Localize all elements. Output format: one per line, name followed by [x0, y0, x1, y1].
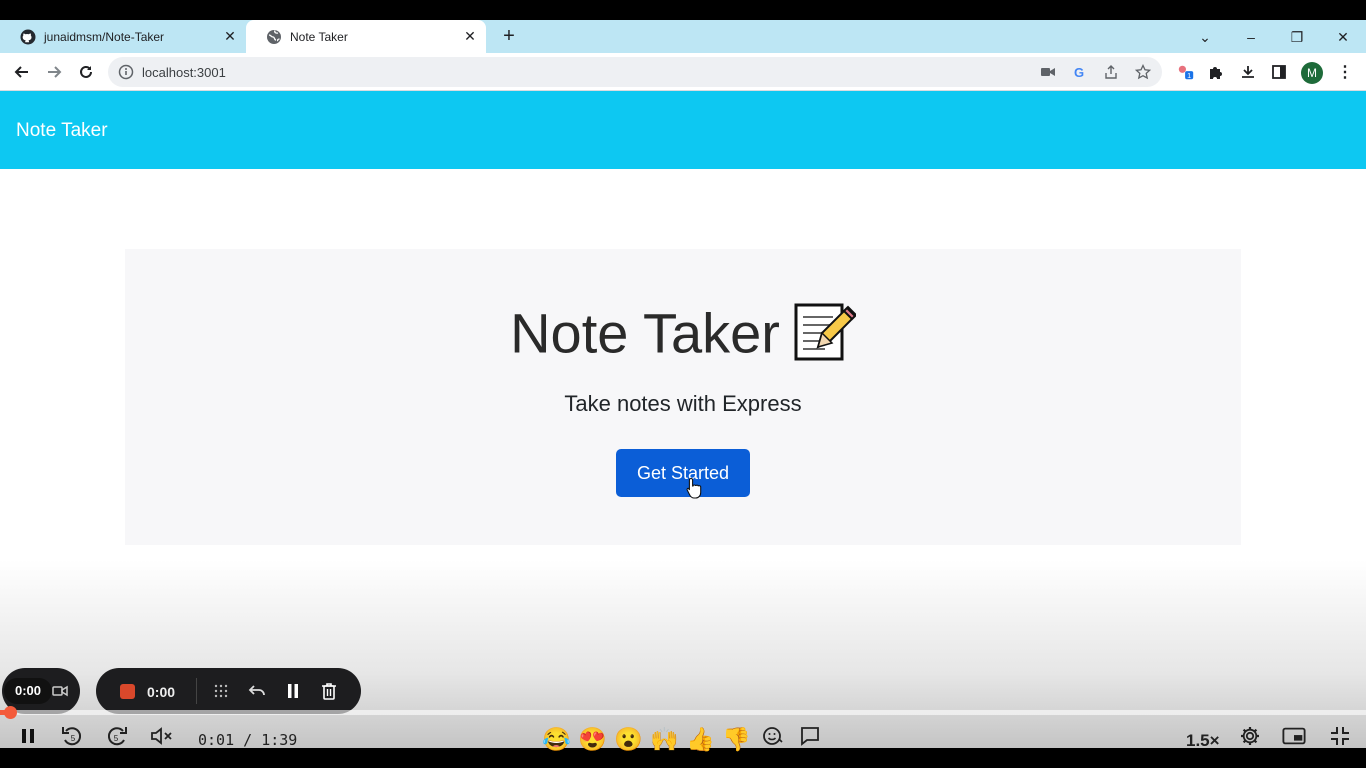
close-tab-icon[interactable]: ✕ [222, 28, 238, 44]
tab-github[interactable]: junaidmsm/Note-Taker ✕ [0, 20, 246, 53]
svg-text:1: 1 [1187, 71, 1191, 80]
playback-speed[interactable]: 1.5× [1186, 731, 1220, 751]
forward-icon[interactable] [43, 61, 65, 83]
svg-text:5: 5 [71, 734, 76, 743]
picture-in-picture-icon[interactable] [1282, 724, 1306, 748]
tab-note-taker[interactable]: Note Taker ✕ [246, 20, 486, 53]
exit-fullscreen-icon[interactable] [1328, 724, 1352, 748]
url-text[interactable]: localhost:3001 [142, 65, 226, 80]
camera-icon[interactable] [1040, 64, 1056, 80]
video-progress-bar[interactable] [0, 710, 1366, 715]
camera-off-icon[interactable] [52, 684, 68, 698]
menu-kebab-icon[interactable]: ⋮ [1336, 63, 1354, 81]
trash-icon[interactable] [320, 682, 338, 700]
time-display: 0:01 / 1:39 [198, 731, 298, 749]
profile-avatar[interactable]: M [1301, 62, 1323, 84]
player-controls: 5 5 0:01 / 1:39 😂 😍 😮 🙌 👍 👎 1.5× [0, 718, 1366, 752]
reaction-heart-eyes[interactable]: 😍 [578, 726, 607, 752]
site-info-icon[interactable] [118, 64, 134, 80]
tab-search-icon[interactable]: ⌄ [1194, 26, 1216, 48]
site-navbar: Note Taker [0, 91, 1366, 169]
stop-recording-button[interactable] [120, 684, 135, 699]
close-tab-icon[interactable]: ✕ [462, 28, 478, 44]
globe-icon [266, 29, 282, 45]
recording-timer: 0:00 [147, 684, 176, 700]
comment-icon[interactable] [798, 724, 822, 748]
tab-title: Note Taker [290, 29, 348, 44]
hero-jumbotron: Note Taker Take notes with Express Get S… [125, 249, 1241, 545]
reaction-thumbs-up[interactable]: 👍 [686, 726, 715, 752]
toolbar-divider [196, 678, 197, 704]
reaction-laugh[interactable]: 😂 [542, 726, 571, 752]
pause-recording-icon[interactable] [284, 682, 302, 700]
reaction-raised-hands[interactable]: 🙌 [650, 726, 679, 752]
pause-icon[interactable] [16, 724, 40, 748]
tab-strip: junaidmsm/Note-Taker ✕ Note Taker ✕ + ⌄ … [0, 20, 1366, 53]
hand-cursor-icon [686, 477, 702, 499]
hero-subtitle: Take notes with Express [564, 391, 802, 416]
camera-timer: 0:00 [4, 678, 52, 704]
share-icon[interactable] [1103, 64, 1119, 80]
screen: junaidmsm/Note-Taker ✕ Note Taker ✕ + ⌄ … [0, 0, 1366, 768]
bookmark-star-icon[interactable] [1135, 64, 1151, 80]
close-window-icon[interactable]: ✕ [1332, 26, 1354, 48]
reaction-thumbs-down[interactable]: 👎 [722, 726, 751, 752]
minimize-icon[interactable]: – [1240, 26, 1262, 48]
add-emoji-icon[interactable] [761, 724, 785, 748]
tab-title: junaidmsm/Note-Taker [44, 29, 165, 44]
reload-icon[interactable] [75, 61, 97, 83]
page-title-text: Note Taker [510, 301, 780, 365]
navbar-brand[interactable]: Note Taker [16, 120, 108, 142]
page-title: Note Taker [125, 299, 1241, 376]
google-lens-icon[interactable]: G [1071, 64, 1087, 80]
forward-5-icon[interactable]: 5 [105, 724, 129, 748]
browser-toolbar: localhost:3001 G 1 M ⋮ [0, 53, 1366, 91]
github-icon [20, 29, 36, 45]
muted-volume-icon[interactable] [150, 724, 174, 748]
memo-icon [792, 299, 858, 376]
svg-text:5: 5 [114, 734, 119, 743]
rewind-5-icon[interactable]: 5 [60, 724, 84, 748]
drag-handle-icon[interactable] [212, 682, 230, 700]
undo-icon[interactable] [248, 682, 266, 700]
extension-badge-icon[interactable]: 1 [1177, 63, 1195, 81]
restore-icon[interactable]: ❐ [1286, 26, 1308, 48]
address-bar[interactable]: localhost:3001 G [108, 57, 1162, 87]
reaction-wow[interactable]: 😮 [614, 726, 643, 752]
back-icon[interactable] [11, 61, 33, 83]
download-icon[interactable] [1239, 63, 1257, 81]
settings-gear-icon[interactable] [1238, 724, 1262, 748]
side-panel-icon[interactable] [1270, 63, 1288, 81]
get-started-button[interactable]: Get Started [616, 449, 750, 497]
new-tab-icon[interactable]: + [498, 26, 520, 48]
extensions-puzzle-icon[interactable] [1207, 63, 1225, 81]
